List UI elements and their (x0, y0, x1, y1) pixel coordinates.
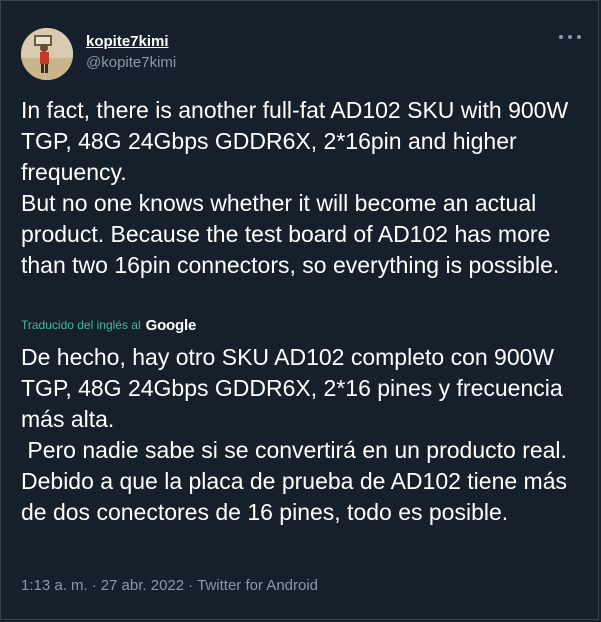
tweet-card: kopite7kimi @kopite7kimi In fact, there … (0, 0, 599, 620)
translated-text: De hecho, hay otro SKU AD102 completo co… (21, 342, 586, 528)
google-logo: Google (145, 316, 197, 334)
tweet-header: kopite7kimi @kopite7kimi (21, 28, 581, 80)
tweet-metadata: 1:13 a. m. · 27 abr. 2022 · Twitter for … (21, 577, 318, 594)
tweet-text: In fact, there is another full-fat AD102… (21, 95, 586, 281)
separator: · (91, 577, 97, 594)
tweet-source[interactable]: Twitter for Android (197, 577, 318, 594)
avatar[interactable] (21, 28, 73, 80)
display-name[interactable]: kopite7kimi (86, 33, 169, 50)
tweet-time[interactable]: 1:13 a. m. (21, 577, 88, 594)
tweet-paragraph: In fact, there is another full-fat AD102… (21, 97, 569, 185)
tweet-paragraph: But no one knows whether it will become … (21, 190, 560, 278)
translation-attribution[interactable]: Traducido del inglés al Google (21, 314, 196, 336)
avatar-image (21, 28, 73, 80)
more-horizontal-icon[interactable] (559, 30, 581, 44)
user-handle[interactable]: @kopite7kimi (86, 54, 176, 71)
translation-label[interactable]: Traducido del inglés al (21, 318, 141, 332)
separator: · (188, 577, 194, 594)
translated-paragraph: De hecho, hay otro SKU AD102 completo co… (21, 344, 570, 432)
tweet-date[interactable]: 27 abr. 2022 (101, 577, 184, 594)
more-dot (568, 35, 572, 39)
more-dot (559, 35, 563, 39)
translated-paragraph: Pero nadie sabe si se convertirá en un p… (21, 437, 574, 525)
more-dot (577, 35, 581, 39)
